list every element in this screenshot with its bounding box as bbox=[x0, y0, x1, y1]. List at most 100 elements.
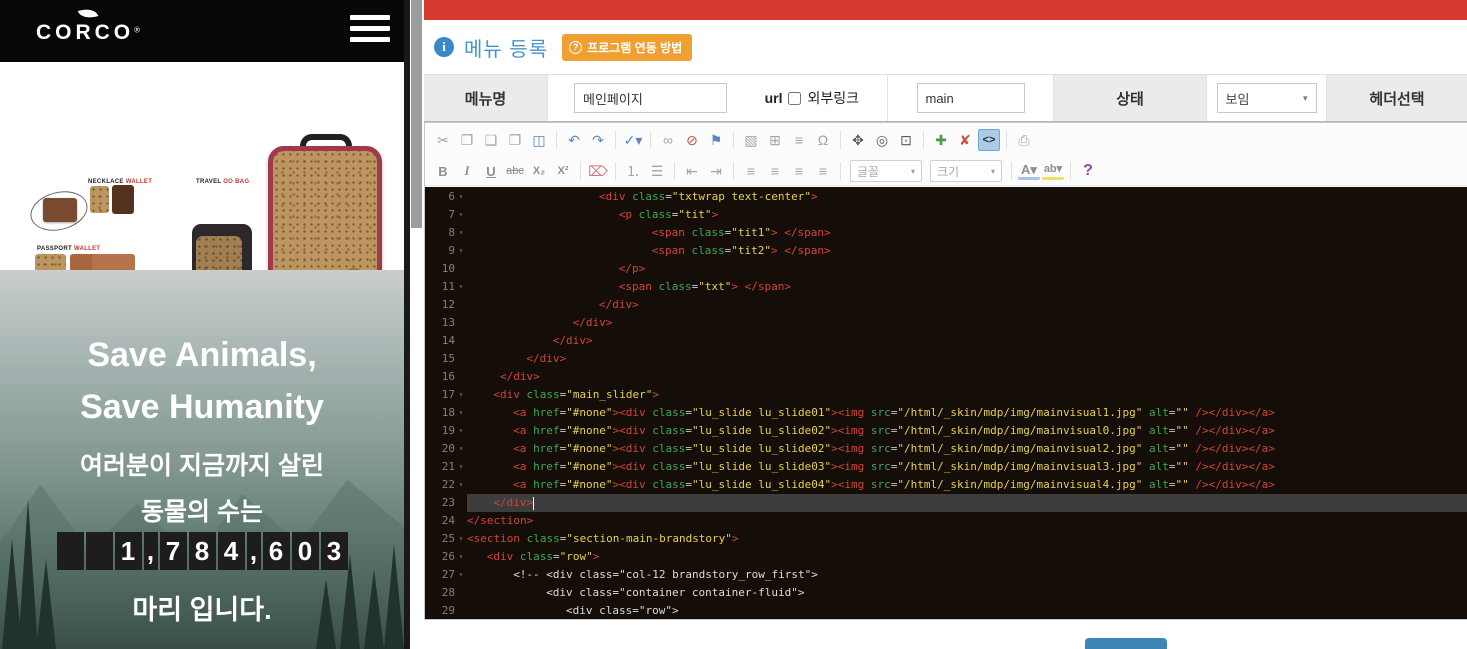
fold-caret-icon[interactable]: ▾ bbox=[455, 224, 467, 242]
code-line[interactable]: 9▾<span class="tit2"> </span> bbox=[425, 242, 1467, 260]
fold-caret-icon[interactable]: ▾ bbox=[455, 440, 467, 458]
fold-caret-icon[interactable]: ▾ bbox=[455, 404, 467, 422]
fold-caret-icon[interactable]: ▾ bbox=[455, 566, 467, 584]
table-icon[interactable]: ⊞ bbox=[764, 129, 786, 151]
code-line[interactable]: 23</div> bbox=[425, 494, 1467, 512]
preview-scrollbar[interactable] bbox=[404, 0, 422, 649]
italic-icon[interactable]: I bbox=[456, 160, 478, 182]
numbered-list-icon[interactable]: ⒈ bbox=[622, 160, 644, 182]
align-center-icon[interactable]: ≡ bbox=[764, 160, 786, 182]
bulleted-list-icon[interactable]: ☰ bbox=[646, 160, 668, 182]
code-line[interactable]: 17▾<div class="main_slider"> bbox=[425, 386, 1467, 404]
paste-icon[interactable]: ❑ bbox=[480, 129, 502, 151]
remove-format-icon[interactable]: ⌦ bbox=[587, 160, 609, 182]
align-right-icon[interactable]: ≡ bbox=[788, 160, 810, 182]
align-justify-icon[interactable]: ≡ bbox=[812, 160, 834, 182]
copy-icon[interactable]: ❐ bbox=[456, 129, 478, 151]
admin-panel: i 메뉴 등록 ? 프로그램 연동 방법 메뉴명 url 외부링크 bbox=[422, 0, 1467, 649]
toolbar-separator bbox=[615, 131, 616, 149]
outdent-icon[interactable]: ⇤ bbox=[681, 160, 703, 182]
help-icon[interactable]: ? bbox=[1077, 160, 1099, 182]
undo-icon[interactable]: ↶ bbox=[563, 129, 585, 151]
line-number: 25 bbox=[425, 530, 455, 548]
fold-caret-icon[interactable]: ▾ bbox=[455, 476, 467, 494]
select-all-icon[interactable]: ⊡ bbox=[895, 129, 917, 151]
strikethrough-icon[interactable]: abc bbox=[504, 160, 526, 182]
code-line[interactable]: 12</div> bbox=[425, 296, 1467, 314]
code-line[interactable]: 28<div class="container container-fluid"… bbox=[425, 584, 1467, 602]
external-link-checkbox[interactable] bbox=[788, 92, 801, 105]
code-line[interactable]: 16</div> bbox=[425, 368, 1467, 386]
add-comment-icon[interactable]: ✚ bbox=[930, 129, 952, 151]
font-size-select[interactable]: 크기▾ bbox=[930, 160, 1002, 182]
fold-gutter bbox=[455, 260, 467, 278]
print-icon[interactable]: ⎙ bbox=[1013, 129, 1035, 151]
link-icon[interactable]: ∞ bbox=[657, 129, 679, 151]
paste-text-icon[interactable]: ❒ bbox=[504, 129, 526, 151]
fold-caret-icon[interactable]: ▾ bbox=[455, 422, 467, 440]
paste-word-icon[interactable]: ◫ bbox=[528, 129, 550, 151]
find-replace-icon[interactable]: ◎ bbox=[871, 129, 893, 151]
maximize-icon[interactable]: ✥ bbox=[847, 129, 869, 151]
panel-divider bbox=[404, 0, 410, 649]
site-logo[interactable]: CORCO® bbox=[28, 6, 148, 45]
redo-icon[interactable]: ↷ bbox=[587, 129, 609, 151]
text-color-icon[interactable]: A▾ bbox=[1018, 162, 1040, 180]
underline-icon[interactable]: U bbox=[480, 160, 502, 182]
code-line[interactable]: 20▾<a href="#none"><div class="lu_slide … bbox=[425, 440, 1467, 458]
code-line[interactable]: 14</div> bbox=[425, 332, 1467, 350]
highlight-color-icon[interactable]: ab▾ bbox=[1042, 162, 1064, 180]
align-left-icon[interactable]: ≡ bbox=[740, 160, 762, 182]
code-line[interactable]: 29<div class="row"> bbox=[425, 602, 1467, 619]
code-line[interactable]: 25▾<section class="section-main-brandsto… bbox=[425, 530, 1467, 548]
code-line[interactable]: 21▾<a href="#none"><div class="lu_slide … bbox=[425, 458, 1467, 476]
code-line[interactable]: 10</p> bbox=[425, 260, 1467, 278]
url-input[interactable] bbox=[917, 83, 1025, 113]
code-line[interactable]: 7▾<p class="tit"> bbox=[425, 206, 1467, 224]
anchor-flag-icon[interactable]: ⚑ bbox=[705, 129, 727, 151]
code-line[interactable]: 6▾<div class="txtwrap text-center"> bbox=[425, 188, 1467, 206]
code-line[interactable]: 15</div> bbox=[425, 350, 1467, 368]
remove-comment-icon[interactable]: ✘ bbox=[954, 129, 976, 151]
code-line-content: <div class="container container-fluid"> bbox=[467, 584, 1467, 602]
status-select[interactable]: 보임 ▾ bbox=[1217, 83, 1317, 113]
fold-caret-icon[interactable]: ▾ bbox=[455, 188, 467, 206]
source-code-button[interactable]: <> bbox=[978, 129, 1000, 151]
bold-icon[interactable]: B bbox=[432, 160, 454, 182]
fold-caret-icon[interactable]: ▾ bbox=[455, 530, 467, 548]
hamburger-menu-icon[interactable] bbox=[350, 15, 390, 47]
code-line[interactable]: 11▾<span class="txt"> </span> bbox=[425, 278, 1467, 296]
code-line[interactable]: 26▾<div class="row"> bbox=[425, 548, 1467, 566]
program-link-help-button[interactable]: ? 프로그램 연동 방법 bbox=[562, 34, 692, 61]
code-line-content: <div class="row"> bbox=[467, 602, 1467, 619]
cut-icon[interactable]: ✂ bbox=[432, 129, 454, 151]
code-line[interactable]: 8▾<span class="tit1"> </span> bbox=[425, 224, 1467, 242]
fold-caret-icon[interactable]: ▾ bbox=[455, 278, 467, 296]
superscript-icon[interactable]: X² bbox=[552, 160, 574, 182]
unlink-icon[interactable]: ⊘ bbox=[681, 129, 703, 151]
special-char-icon[interactable]: Ω bbox=[812, 129, 834, 151]
fold-caret-icon[interactable]: ▾ bbox=[455, 386, 467, 404]
subscript-icon[interactable]: X₂ bbox=[528, 160, 550, 182]
code-line[interactable]: 13</div> bbox=[425, 314, 1467, 332]
code-line[interactable]: 24</section> bbox=[425, 512, 1467, 530]
source-code-area[interactable]: 6▾<div class="txtwrap text-center">7▾<p … bbox=[425, 187, 1467, 619]
indent-icon[interactable]: ⇥ bbox=[705, 160, 727, 182]
fold-caret-icon[interactable]: ▾ bbox=[455, 458, 467, 476]
fold-caret-icon[interactable]: ▾ bbox=[455, 206, 467, 224]
code-line[interactable]: 18▾<a href="#none"><div class="lu_slide … bbox=[425, 404, 1467, 422]
hero-title-line1: Save Animals, bbox=[0, 336, 404, 375]
save-button[interactable]: 저장하기 bbox=[1085, 638, 1167, 649]
fold-caret-icon[interactable]: ▾ bbox=[455, 242, 467, 260]
scrollbar-thumb[interactable] bbox=[411, 0, 422, 228]
image-icon[interactable]: ▧ bbox=[740, 129, 762, 151]
font-family-select[interactable]: 글꼴▾ bbox=[850, 160, 922, 182]
hero-title-line2: Save Humanity bbox=[0, 388, 404, 427]
code-line[interactable]: 19▾<a href="#none"><div class="lu_slide … bbox=[425, 422, 1467, 440]
code-line[interactable]: 22▾<a href="#none"><div class="lu_slide … bbox=[425, 476, 1467, 494]
spellcheck-icon[interactable]: ✓▾ bbox=[622, 129, 644, 151]
horizontal-line-icon[interactable]: ≡ bbox=[788, 129, 810, 151]
code-line[interactable]: 27▾<!-- <div class="col-12 brandstory_ro… bbox=[425, 566, 1467, 584]
fold-caret-icon[interactable]: ▾ bbox=[455, 548, 467, 566]
menu-name-input[interactable] bbox=[574, 83, 727, 113]
